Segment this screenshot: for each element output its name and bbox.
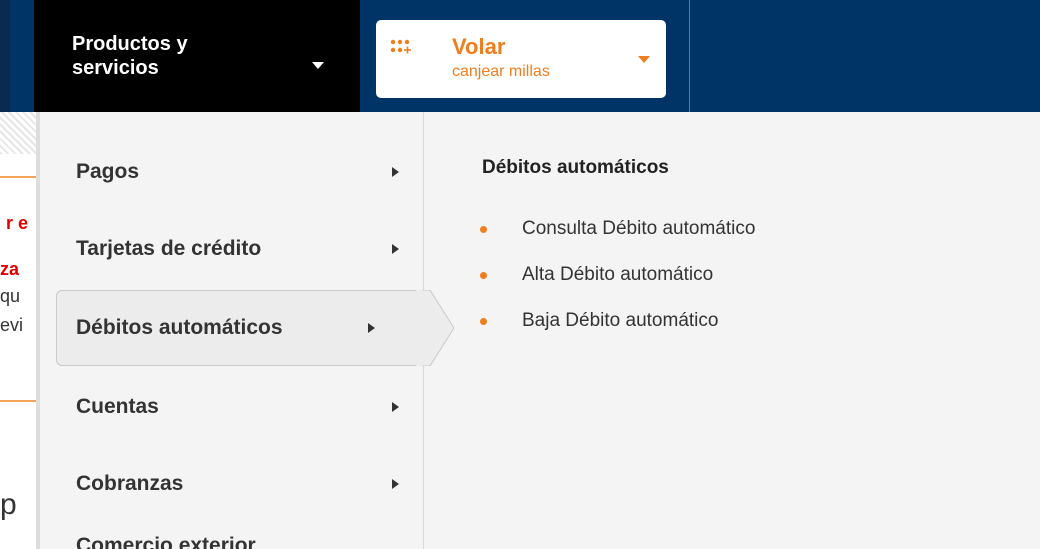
nav-divider: [689, 0, 690, 112]
menu-item-label: Débitos automáticos: [76, 316, 283, 339]
orange-divider: [0, 400, 40, 402]
submenu-link-label: Alta Débito automático: [522, 264, 714, 285]
chevron-down-icon: [638, 56, 650, 63]
orange-divider: [0, 176, 40, 178]
menu-item-pagos[interactable]: Pagos: [40, 134, 423, 210]
submenu-link-consulta[interactable]: Consulta Débito automático: [480, 218, 755, 264]
menu-item-cobranzas[interactable]: Cobranzas: [40, 446, 423, 522]
menu-item-debitos[interactable]: Débitos automáticos: [40, 290, 423, 366]
submenu-heading: Débitos automáticos: [482, 157, 669, 178]
background-text: qu: [0, 286, 21, 306]
menu-item-label: Cuentas: [76, 395, 159, 418]
volar-title: Volar: [452, 34, 506, 59]
background-text: r e: [6, 213, 29, 233]
chevron-down-icon: [312, 62, 324, 69]
background-text: evi: [0, 315, 24, 335]
dots-grid-icon: [390, 39, 411, 54]
bullet-icon: [480, 272, 487, 279]
menu-item-partial[interactable]: Comercio exterior: [76, 534, 256, 549]
bullet-icon: [480, 226, 487, 233]
volar-button[interactable]: Volar canjear millas: [376, 20, 666, 98]
bullet-icon: [480, 318, 487, 325]
menu-item-tarjetas[interactable]: Tarjetas de crédito: [40, 211, 423, 287]
chevron-right-icon: [392, 244, 399, 254]
menu-item-label: Pagos: [76, 160, 140, 183]
background-page-content: r e za qu evi p: [0, 112, 40, 549]
chevron-right-icon: [392, 167, 399, 177]
nav-left-edge: [0, 0, 10, 112]
chevron-right-icon: [392, 402, 399, 412]
background-text: za: [0, 259, 20, 279]
products-services-button[interactable]: Productos y servicios: [34, 0, 360, 112]
volar-subtitle: canjear millas: [452, 63, 550, 80]
chevron-right-icon: [368, 323, 375, 333]
hatched-pattern: [0, 112, 40, 154]
menu-item-label: Tarjetas de crédito: [76, 237, 262, 260]
submenu-link-baja[interactable]: Baja Débito automático: [480, 310, 755, 356]
submenu-link-alta[interactable]: Alta Débito automático: [480, 264, 755, 310]
chevron-right-icon: [392, 479, 399, 489]
submenu-list: Consulta Débito automático Alta Débito a…: [480, 218, 755, 356]
products-services-label: Productos y servicios: [72, 33, 188, 79]
menu-item-cuentas[interactable]: Cuentas: [40, 369, 423, 445]
background-text: p: [0, 488, 17, 521]
menu-item-label: Cobranzas: [76, 472, 184, 495]
submenu-link-label: Baja Débito automático: [522, 310, 719, 331]
submenu-link-label: Consulta Débito automático: [522, 218, 756, 239]
